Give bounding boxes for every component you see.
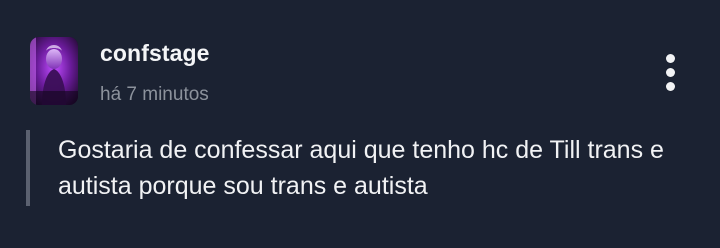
quote-bar (26, 130, 30, 206)
menu-dot (666, 68, 675, 77)
avatar[interactable] (30, 37, 78, 105)
username[interactable]: confstage (100, 40, 210, 67)
menu-dot (666, 82, 675, 91)
confession-post: confstage há 7 minutos Gostaria de confe… (0, 0, 720, 248)
more-options-icon[interactable] (656, 52, 686, 92)
post-timestamp: há 7 minutos (100, 84, 209, 105)
post-body-text: Gostaria de confessar aqui que tenho hc … (58, 136, 664, 200)
menu-dot (666, 54, 675, 63)
